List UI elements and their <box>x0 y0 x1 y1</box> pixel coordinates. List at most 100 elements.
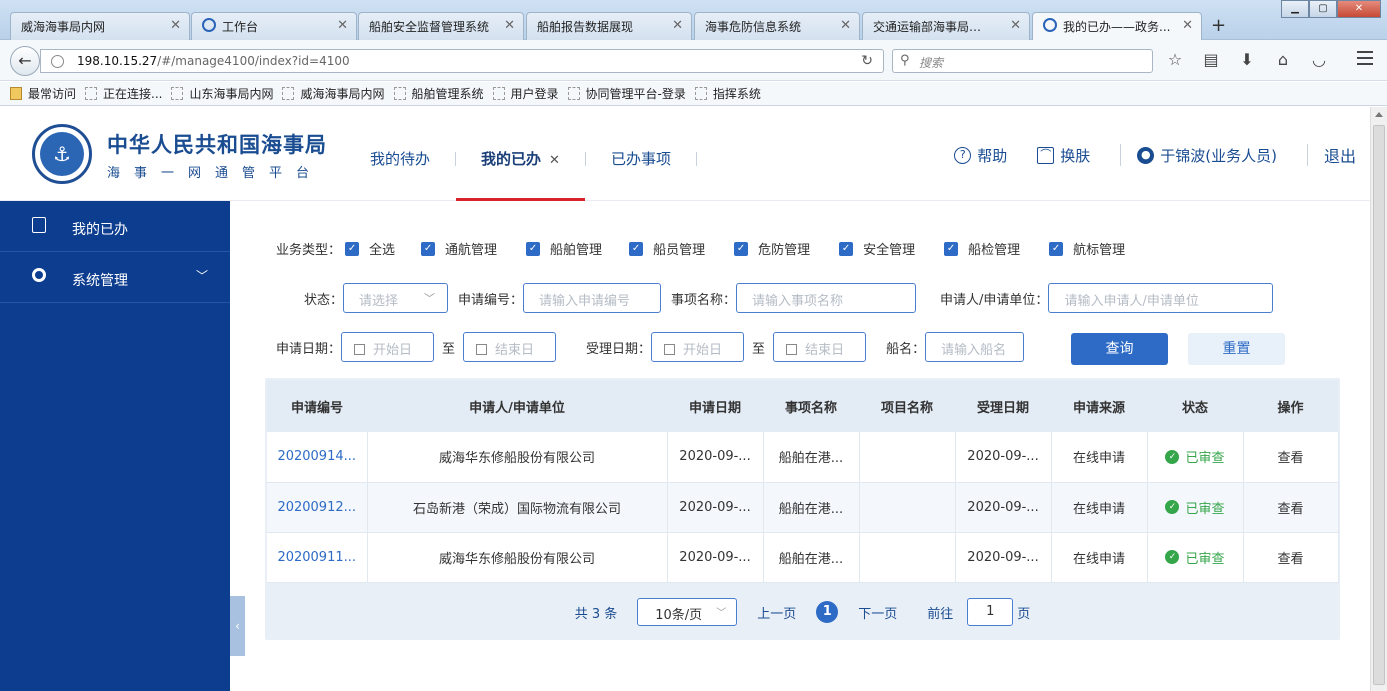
table-header-row: 申请编号 申请人/申请单位 申请日期 事项名称 项目名称 受理日期 申请来源 状… <box>267 380 1338 432</box>
bookmark-item[interactable]: 指挥系统 <box>694 85 761 102</box>
accept-date-label: 受理日期： <box>586 341 652 357</box>
bookmark-item[interactable]: 山东海事局内网 <box>171 85 273 102</box>
bookmark-star-icon[interactable]: ☆ <box>1164 49 1186 71</box>
bookmark-item[interactable]: 用户登录 <box>492 85 559 102</box>
new-tab-icon[interactable]: + <box>1211 15 1226 36</box>
scrollbar-thumb[interactable] <box>1373 125 1385 685</box>
tab-label: 船舶报告数据展现 <box>537 20 634 34</box>
sidebar-collapse-button[interactable]: ‹ <box>230 596 245 656</box>
query-button[interactable]: 查询 <box>1071 333 1168 365</box>
bookmark-item[interactable]: 协同管理平台-登录 <box>567 85 686 102</box>
item-name-input[interactable]: 请输入事项名称 <box>736 283 917 313</box>
column-header[interactable]: 申请编号 <box>267 380 367 432</box>
tab-label: 工作台 <box>222 20 259 34</box>
help-button[interactable]: ? 帮助 <box>954 145 1007 166</box>
ship-label: 船名： <box>886 341 926 357</box>
reload-icon[interactable]: ↻ <box>861 53 873 69</box>
browser-tab[interactable]: 海事危防信息系统 ✕ <box>694 12 860 40</box>
apply-date-cell: 2020-09-... <box>667 482 764 533</box>
apply-date-end[interactable]: 结束日 <box>463 332 557 362</box>
bookmark-item[interactable]: 最常访问 <box>10 85 76 102</box>
page-scrollbar[interactable] <box>1370 107 1387 691</box>
logout-button[interactable]: 退出 <box>1324 143 1356 167</box>
status-badge: ✓ 已审查 <box>1165 447 1225 466</box>
window-close-icon[interactable]: ✕ <box>1337 0 1381 18</box>
sidebar-item-my-done[interactable]: 我的已办 <box>0 201 230 252</box>
goto-page-input[interactable]: 1 <box>967 598 1014 626</box>
checkbox-all[interactable]: ✓ 全选 <box>345 239 395 258</box>
applicant-input[interactable]: 请输入申请人/申请单位 <box>1048 283 1274 313</box>
apply-no-link[interactable]: 20200911... <box>267 532 368 583</box>
bookmark-item[interactable]: 威海海事局内网 <box>282 85 385 102</box>
browser-tab[interactable]: 威海海事局内网 ✕ <box>10 12 190 40</box>
tab-done-items[interactable]: 已办事项 <box>586 107 696 201</box>
checkbox-navaid[interactable]: ✓ 航标管理 <box>1049 239 1125 258</box>
reset-button[interactable]: 重置 <box>1188 333 1285 365</box>
back-button[interactable]: ← <box>10 46 40 76</box>
site-info-icon[interactable] <box>51 55 64 68</box>
tab-my-done[interactable]: 我的已办 ✕ <box>456 107 585 201</box>
column-header: 项目名称 <box>859 380 955 432</box>
skin-button[interactable]: ⌒ 换肤 <box>1037 145 1090 166</box>
close-icon[interactable]: ✕ <box>337 18 348 33</box>
view-link[interactable]: 查看 <box>1243 532 1339 583</box>
hamburger-menu-icon[interactable] <box>1357 51 1373 65</box>
apply-no-input[interactable]: 请输入申请编号 <box>523 283 662 313</box>
status-select[interactable]: 请选择 ﹀ <box>343 283 449 313</box>
apply-no-label: 申请编号： <box>458 292 524 308</box>
address-bar[interactable]: 198.10.15.27/#/manage4100/index?id=4100 … <box>40 49 884 73</box>
close-icon[interactable]: ✕ <box>549 153 560 168</box>
browser-tab-active[interactable]: 我的已办——政务... ✕ <box>1032 12 1202 41</box>
apply-date-start[interactable]: 开始日 <box>341 332 435 362</box>
checkbox-safety[interactable]: ✓ 安全管理 <box>839 239 915 258</box>
browser-tab[interactable]: 交通运输部海事局统一... ✕ <box>862 12 1030 40</box>
apply-no-link[interactable]: 20200914... <box>267 432 368 483</box>
bookmark-item[interactable]: 正在连接... <box>85 85 162 102</box>
close-icon[interactable]: ✕ <box>672 18 683 33</box>
close-icon[interactable]: ✕ <box>1182 18 1193 33</box>
current-page[interactable]: 1 <box>816 601 839 623</box>
close-icon[interactable]: ✕ <box>1010 18 1021 33</box>
browser-tab[interactable]: 工作台 ✕ <box>191 12 357 40</box>
tab-my-todo[interactable]: 我的待办 <box>345 107 455 201</box>
prev-page-button[interactable]: 上一页 <box>757 603 796 622</box>
scroll-up-icon[interactable] <box>1375 112 1383 117</box>
brand-subtitle: 海事一网通管平台 <box>107 166 324 181</box>
checkbox-ship-inspection[interactable]: ✓ 船检管理 <box>944 239 1020 258</box>
close-icon[interactable]: ✕ <box>504 18 515 33</box>
bookmark-item[interactable]: 船舶管理系统 <box>393 85 484 102</box>
accept-date-start[interactable]: 开始日 <box>651 332 745 362</box>
minimize-icon[interactable]: ▁ <box>1281 0 1309 18</box>
search-input[interactable]: ⚲ 搜索 <box>892 49 1153 73</box>
reading-list-icon[interactable]: ▤ <box>1200 49 1222 71</box>
apply-no-link[interactable]: 20200912... <box>267 482 368 533</box>
accept-date-end[interactable]: 结束日 <box>773 332 867 362</box>
checkbox-crew[interactable]: ✓ 船员管理 <box>629 239 705 258</box>
browser-tab[interactable]: 船舶安全监督管理系统 ✕ <box>358 12 524 40</box>
download-icon[interactable]: ⬇ <box>1236 49 1258 71</box>
close-icon[interactable]: ✕ <box>840 18 851 33</box>
user-menu[interactable]: ● 于锦波(业务人员) <box>1137 145 1277 166</box>
search-icon: ⚲ <box>900 53 910 68</box>
pagination: 共 3 条 10条/页 ﹀ 上一页 1 下一页 前往 1 页 <box>265 592 1340 632</box>
tab-label: 交通运输部海事局统一... <box>873 20 993 34</box>
view-link[interactable]: 查看 <box>1243 482 1339 533</box>
next-page-button[interactable]: 下一页 <box>858 603 897 622</box>
page-size-select[interactable]: 10条/页 ﹀ <box>637 598 738 626</box>
view-link[interactable]: 查看 <box>1243 432 1339 483</box>
url-host: 198.10.15.27 <box>77 54 158 68</box>
home-icon[interactable]: ⌂ <box>1272 49 1294 71</box>
checkbox-label: 船员管理 <box>653 243 706 258</box>
filter-row-3: 申请日期： 开始日 至 结束日 受理日期： 开始日 至 结束日 船名： 请输入船… <box>276 332 1025 362</box>
checkbox-navigation[interactable]: ✓ 通航管理 <box>421 239 497 258</box>
checkbox-ship[interactable]: ✓ 船舶管理 <box>526 239 602 258</box>
browser-tab[interactable]: 船舶报告数据展现 ✕ <box>526 12 692 40</box>
maximize-icon[interactable]: ▢ <box>1309 0 1337 18</box>
pocket-icon[interactable]: ◡ <box>1308 49 1330 71</box>
checkbox-hazard[interactable]: ✓ 危防管理 <box>734 239 810 258</box>
status-text: 已审查 <box>1185 551 1225 567</box>
bookmarks-bar: 最常访问 正在连接... 山东海事局内网 威海海事局内网 船舶管理系统 用户登录… <box>0 82 1387 106</box>
ship-input[interactable]: 请输入船名 <box>925 332 1025 362</box>
sidebar-item-system[interactable]: 系统管理 ﹀ <box>0 252 230 303</box>
close-icon[interactable]: ✕ <box>170 18 181 33</box>
